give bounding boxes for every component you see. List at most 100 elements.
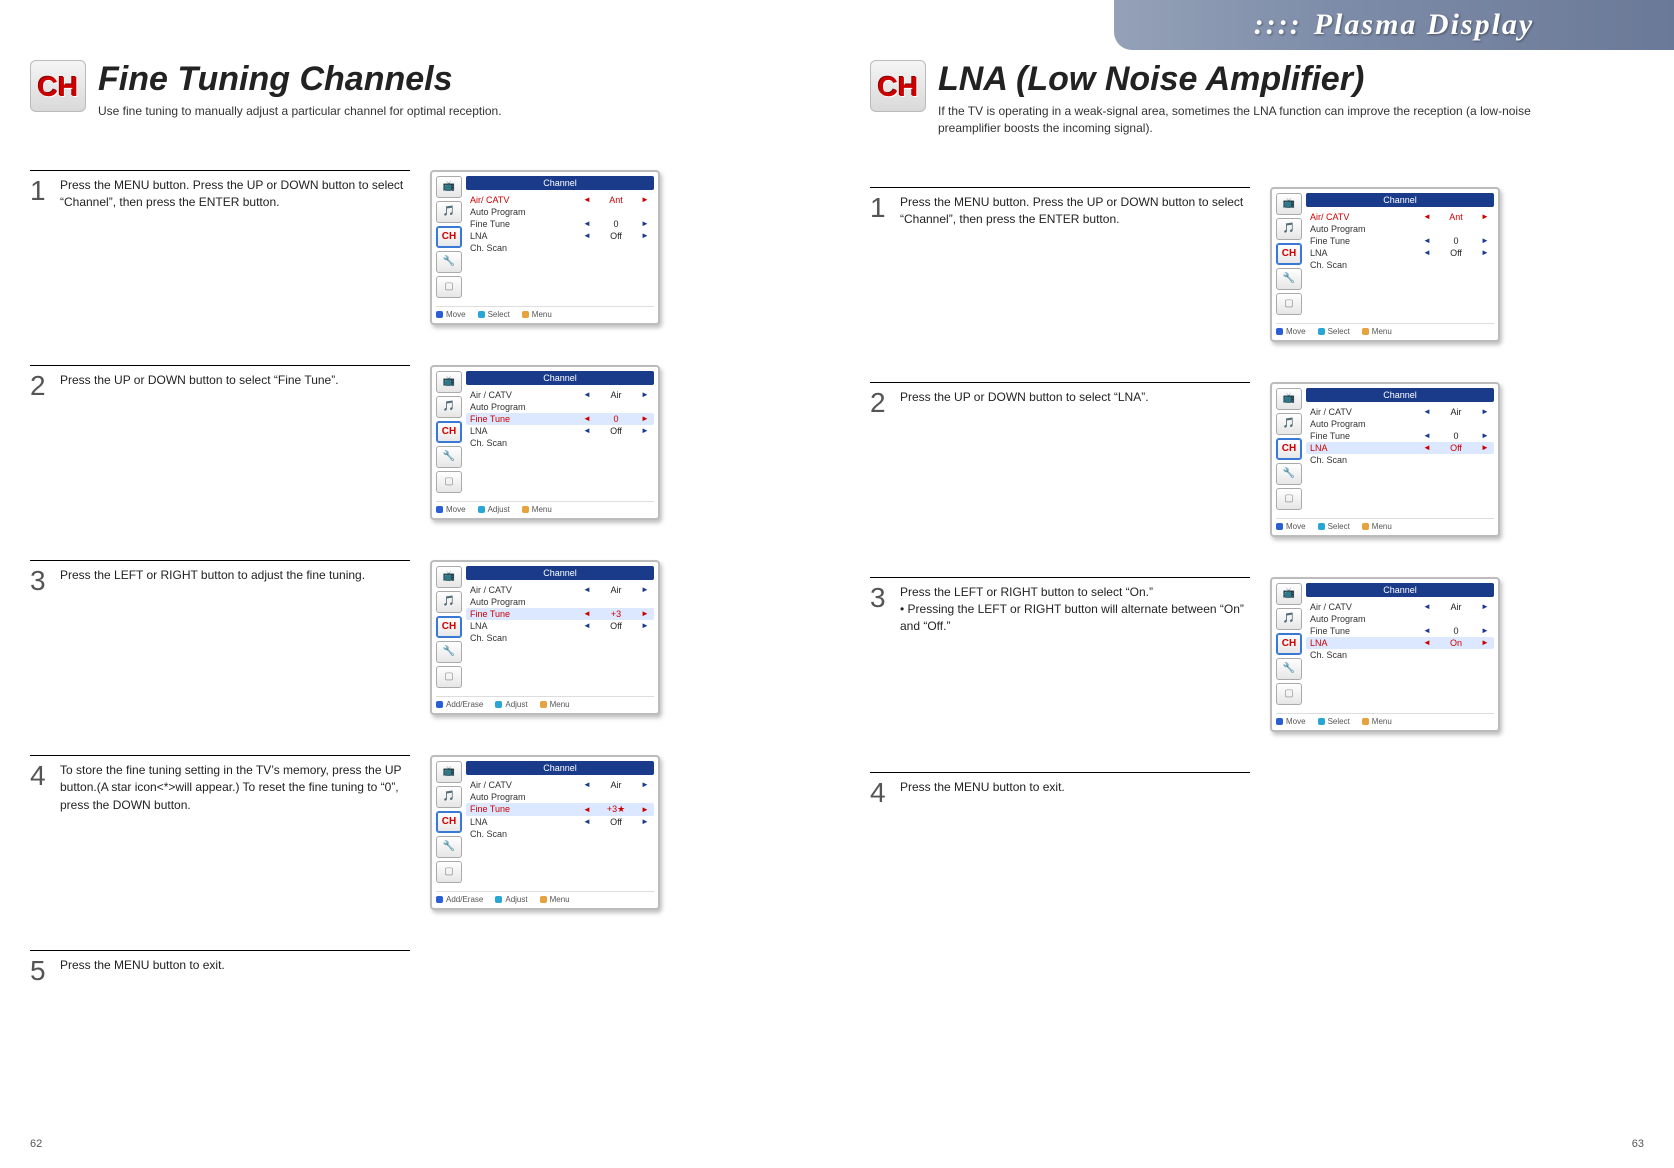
osd-screenshot: 📺🎵CH🔧▢ Channel Air/ CATV ◄ Ant ► Auto Pr… — [430, 170, 660, 325]
osd-row-value: Off — [596, 231, 636, 241]
osd-hint: Menu — [1362, 717, 1392, 726]
osd-row-label: LNA — [470, 426, 578, 436]
osd-row-value: Off — [596, 817, 636, 827]
step-number: 4 — [870, 779, 892, 807]
osd-row: LNA ◄ On ► — [1306, 637, 1494, 649]
osd-sidebar-icon: 📺 — [436, 176, 462, 198]
left-arrow-icon: ◄ — [582, 231, 592, 240]
osd-row-value: Air — [1436, 602, 1476, 612]
step-text-block: 4 Press the MENU button to exit. — [870, 772, 1250, 807]
osd-sidebar-icon: 📺 — [436, 371, 462, 393]
steps-left: 1 Press the MENU button. Press the UP or… — [30, 170, 840, 985]
osd-row-label: Auto Program — [1310, 614, 1490, 624]
step-body: Press the LEFT or RIGHT button to select… — [900, 584, 1250, 636]
osd-hint: Select — [1318, 522, 1350, 531]
osd-screenshot: 📺🎵CH🔧▢ Channel Air / CATV ◄ Air ► Auto P… — [1270, 577, 1500, 732]
step: 4 To store the fine tuning setting in th… — [30, 755, 840, 910]
osd-row-label: Auto Program — [1310, 224, 1490, 234]
step-body: To store the fine tuning setting in the … — [60, 762, 410, 814]
osd-sidebar-icon: 📺 — [1276, 583, 1302, 605]
osd-row: LNA ◄ Off ► — [466, 620, 654, 632]
osd-row-label: LNA — [470, 231, 578, 241]
hint-dot-icon — [495, 701, 502, 708]
osd-row: Ch. Scan — [1306, 259, 1494, 271]
right-arrow-icon: ► — [640, 231, 650, 240]
osd-sidebar-icon: 🔧 — [436, 641, 462, 663]
osd-sidebar-icon: 🔧 — [1276, 268, 1302, 290]
step-body: Press the MENU button. Press the UP or D… — [60, 177, 410, 212]
osd-row-label: Air / CATV — [1310, 602, 1418, 612]
osd-sidebar: 📺🎵CH🔧▢ — [436, 371, 466, 493]
osd-hint: Add/Erase — [436, 895, 483, 904]
osd-row-label: Auto Program — [1310, 419, 1490, 429]
osd-row-value: Ant — [596, 195, 636, 205]
right-arrow-icon: ► — [640, 585, 650, 594]
osd-title: Channel — [466, 176, 654, 190]
right-arrow-icon: ► — [1480, 638, 1490, 647]
osd-sidebar-icon: 🎵 — [436, 786, 462, 808]
left-arrow-icon: ◄ — [582, 621, 592, 630]
osd-sidebar-icon: 🎵 — [1276, 218, 1302, 240]
osd-sidebar: 📺🎵CH🔧▢ — [1276, 583, 1306, 705]
step-number: 3 — [30, 567, 52, 595]
osd-hint: Select — [1318, 717, 1350, 726]
osd-row: LNA ◄ Off ► — [466, 425, 654, 437]
left-arrow-icon: ◄ — [582, 805, 592, 814]
osd-hint: Adjust — [478, 505, 510, 514]
osd-sidebar-icon: 🎵 — [1276, 413, 1302, 435]
left-arrow-icon: ◄ — [1422, 626, 1432, 635]
osd-row: LNA ◄ Off ► — [466, 816, 654, 828]
osd-title: Channel — [466, 566, 654, 580]
hint-dot-icon — [1362, 718, 1369, 725]
osd-row: Air / CATV ◄ Air ► — [466, 779, 654, 791]
hint-dot-icon — [1318, 523, 1325, 530]
osd-sidebar-icon: CH — [436, 811, 462, 833]
osd-sidebar-icon: CH — [436, 616, 462, 638]
step-text-block: 2 Press the UP or DOWN button to select … — [30, 365, 410, 400]
step: 2 Press the UP or DOWN button to select … — [870, 382, 1674, 537]
step-body: Press the LEFT or RIGHT button to adjust… — [60, 567, 365, 595]
step-text-block: 4 To store the fine tuning setting in th… — [30, 755, 410, 814]
step: 1 Press the MENU button. Press the UP or… — [870, 187, 1674, 342]
osd-row-value: 0 — [1436, 431, 1476, 441]
left-arrow-icon: ◄ — [582, 585, 592, 594]
osd-row: Auto Program — [466, 206, 654, 218]
osd-row-value: Off — [1436, 443, 1476, 453]
osd-row-label: Ch. Scan — [1310, 260, 1490, 270]
osd-row: Ch. Scan — [1306, 454, 1494, 466]
osd-row: Auto Program — [466, 401, 654, 413]
osd-sidebar-icon: ▢ — [436, 276, 462, 298]
osd-row: Air/ CATV ◄ Ant ► — [1306, 211, 1494, 223]
osd-row-value: Air — [596, 585, 636, 595]
osd-title: Channel — [1306, 388, 1494, 402]
step: 5 Press the MENU button to exit. — [30, 950, 840, 985]
osd-row-value: Off — [596, 621, 636, 631]
osd-row: Air/ CATV ◄ Ant ► — [466, 194, 654, 206]
osd-sidebar-icon: CH — [436, 226, 462, 248]
osd-sidebar-icon: CH — [436, 421, 462, 443]
osd-row-label: Fine Tune — [1310, 431, 1418, 441]
osd-screenshot: 📺🎵CH🔧▢ Channel Air / CATV ◄ Air ► Auto P… — [430, 365, 660, 520]
osd-row-label: Ch. Scan — [470, 438, 650, 448]
osd-row-value: 0 — [1436, 626, 1476, 636]
osd-sidebar-icon: 🎵 — [1276, 608, 1302, 630]
osd-row: Fine Tune ◄ 0 ► — [466, 413, 654, 425]
step-number: 5 — [30, 957, 52, 985]
step-number: 4 — [30, 762, 52, 814]
left-arrow-icon: ◄ — [1422, 602, 1432, 611]
ch-badge-icon: CH — [30, 60, 86, 112]
osd-hint: Move — [436, 505, 466, 514]
page-right: CH LNA (Low Noise Amplifier) If the TV i… — [870, 60, 1674, 847]
osd-row: Fine Tune ◄ 0 ► — [1306, 235, 1494, 247]
osd-row: Auto Program — [1306, 223, 1494, 235]
right-arrow-icon: ► — [640, 621, 650, 630]
osd-row-label: Air / CATV — [1310, 407, 1418, 417]
osd-row: Air / CATV ◄ Air ► — [466, 389, 654, 401]
osd-sidebar: 📺🎵CH🔧▢ — [436, 176, 466, 298]
title-block-left: CH Fine Tuning Channels Use fine tuning … — [30, 60, 840, 120]
brand-dots-icon: :::: — [1254, 8, 1302, 42]
brand-banner: :::: Plasma Display — [1114, 0, 1674, 50]
right-arrow-icon: ► — [640, 609, 650, 618]
right-arrow-icon: ► — [640, 780, 650, 789]
osd-row-value: Off — [596, 426, 636, 436]
